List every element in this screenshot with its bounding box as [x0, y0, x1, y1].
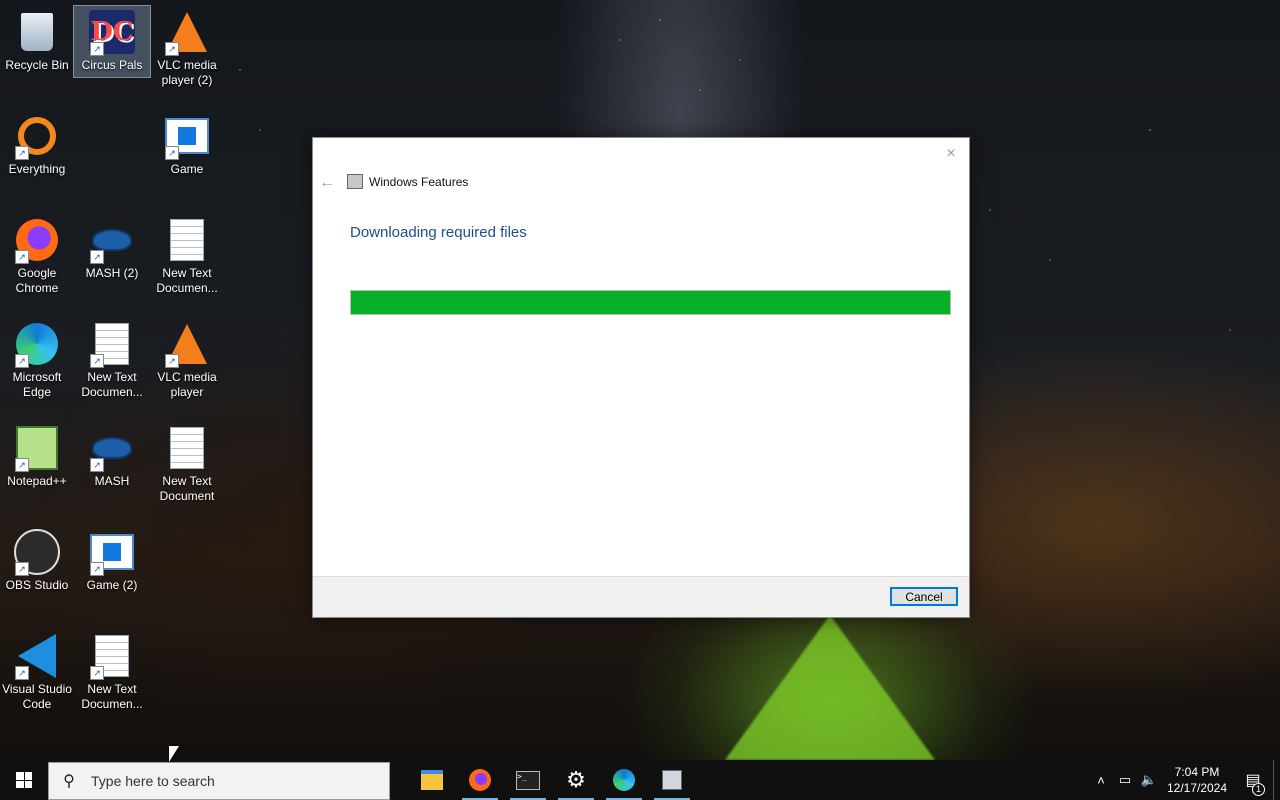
desktop-icon-label: Notepad++	[7, 474, 67, 488]
show-desktop-button[interactable]	[1273, 760, 1280, 800]
desktop-icon-game[interactable]: ↗ Game	[149, 110, 225, 181]
dialog-title-text: Windows Features	[369, 174, 469, 189]
desktop-icon-new-text-document-3[interactable]: New Text Document	[149, 422, 225, 508]
windows-features-icon	[347, 174, 363, 189]
desktop-icon-new-text-document-2[interactable]: ↗ New Text Documen...	[74, 318, 150, 404]
taskbar-search-box[interactable]: ⚲	[48, 762, 390, 800]
desktop-icon-new-text-document-1[interactable]: New Text Documen...	[149, 214, 225, 300]
desktop-icon-circus-pals[interactable]: DC ↗ Circus Pals	[73, 5, 151, 78]
progress-fill	[351, 291, 950, 314]
shortcut-arrow-icon: ↗	[165, 354, 179, 368]
shortcut-arrow-icon: ↗	[90, 354, 104, 368]
desktop-icon-everything[interactable]: ↗ Everything	[0, 110, 75, 181]
volume-icon[interactable]: 🔈	[1137, 772, 1161, 788]
shortcut-arrow-icon: ↗	[165, 146, 179, 160]
desktop-icon-microsoft-edge[interactable]: ↗ Microsoft Edge	[0, 318, 75, 404]
windows-features-icon	[662, 770, 682, 790]
taskbar-app-windows-features[interactable]	[648, 760, 696, 800]
action-center-button[interactable]: ▤ 1	[1233, 770, 1273, 796]
desktop-icon-label: MASH	[94, 474, 130, 488]
desktop-icon-label: VLC media player (2)	[157, 58, 217, 87]
shortcut-arrow-icon: ↗	[15, 458, 29, 472]
text-document-icon	[170, 219, 204, 261]
desktop-icon-vlc[interactable]: ↗ VLC media player	[149, 318, 225, 404]
desktop-icon-label: New Text Documen...	[81, 370, 143, 399]
desktop-icon-new-text-document-4[interactable]: ↗ New Text Documen...	[74, 630, 150, 716]
wallpaper-tent	[725, 615, 935, 760]
notification-count-badge: 1	[1252, 783, 1265, 796]
clock-time: 7:04 PM	[1174, 765, 1220, 779]
windows-logo-icon	[16, 772, 32, 788]
desktop-icon-label: Recycle Bin	[5, 58, 69, 72]
taskbar-app-terminal[interactable]: >_	[504, 760, 552, 800]
desktop-icon-label: MASH (2)	[85, 266, 139, 280]
shortcut-arrow-icon: ↗	[90, 250, 104, 264]
file-explorer-icon	[421, 770, 443, 790]
terminal-icon: >_	[516, 770, 540, 790]
shortcut-arrow-icon: ↗	[15, 562, 29, 576]
taskbar-app-settings[interactable]: ⚙	[552, 760, 600, 800]
shortcut-arrow-icon: ↗	[15, 146, 29, 160]
dialog-title: Windows Features	[347, 174, 468, 189]
start-button[interactable]	[0, 760, 48, 800]
firefox-icon	[469, 769, 491, 791]
taskbar-app-edge[interactable]	[600, 760, 648, 800]
desktop-icon-label: Circus Pals	[81, 58, 143, 72]
clock-date: 12/17/2024	[1166, 781, 1228, 795]
desktop-icon-label: Google Chrome	[15, 266, 59, 295]
desktop-icon-label: Microsoft Edge	[12, 370, 62, 399]
desktop-icon-visual-studio-code[interactable]: ↗ Visual Studio Code	[0, 630, 75, 716]
mash-icon	[92, 437, 132, 459]
recycle-bin-icon	[21, 13, 53, 51]
shortcut-arrow-icon: ↗	[15, 250, 29, 264]
desktop-icon-notepad-plus-plus[interactable]: ↗ Notepad++	[0, 422, 75, 493]
mash-icon	[92, 229, 132, 251]
desktop-icon-recycle-bin[interactable]: Recycle Bin	[0, 6, 75, 77]
desktop-icon-obs-studio[interactable]: ↗ OBS Studio	[0, 526, 75, 597]
desktop-icon-game-2[interactable]: ↗ Game (2)	[74, 526, 150, 597]
system-tray: ˄ ▭ 🔈 7:04 PM 12/17/2024 ▤ 1	[1089, 760, 1280, 800]
shortcut-arrow-icon: ↗	[90, 42, 104, 56]
desktop-icon-label: New Text Documen...	[156, 266, 218, 295]
shortcut-arrow-icon: ↗	[90, 666, 104, 680]
search-icon: ⚲	[63, 773, 75, 790]
desktop-icon-label: New Text Document	[159, 474, 215, 503]
shortcut-arrow-icon: ↗	[15, 354, 29, 368]
taskbar-app-firefox[interactable]	[456, 760, 504, 800]
desktop-icon-mash[interactable]: ↗ MASH	[74, 422, 150, 493]
close-icon[interactable]: ×	[941, 144, 961, 164]
shortcut-arrow-icon: ↗	[90, 562, 104, 576]
desktop-icon-label: VLC media player	[157, 370, 217, 399]
windows-features-dialog: × ← Windows Features Downloading require…	[312, 137, 970, 618]
clock[interactable]: 7:04 PM 12/17/2024	[1161, 764, 1233, 796]
shortcut-arrow-icon: ↗	[165, 42, 179, 56]
desktop-icon-vlc-2[interactable]: ↗ VLC media player (2)	[149, 6, 225, 92]
download-progress-bar	[350, 290, 951, 315]
desktop-icon-label: Everything	[8, 162, 66, 176]
desktop-icon-label: New Text Documen...	[81, 682, 143, 711]
desktop-icon-label: Visual Studio Code	[2, 682, 72, 711]
cancel-button[interactable]: Cancel	[890, 587, 958, 606]
search-input[interactable]	[89, 772, 373, 790]
text-document-icon	[170, 427, 204, 469]
desktop-icon-label: Game	[170, 162, 204, 176]
chevron-up-icon[interactable]: ˄	[1089, 773, 1113, 788]
dialog-footer: Cancel	[313, 576, 969, 617]
desktop-icon-label: OBS Studio	[5, 578, 69, 592]
desktop-icon-google-chrome[interactable]: ↗ Google Chrome	[0, 214, 75, 300]
edge-icon	[613, 769, 635, 791]
back-arrow-icon: ←	[319, 174, 335, 191]
desktop-icon-mash-2[interactable]: ↗ MASH (2)	[74, 214, 150, 285]
network-icon[interactable]: ▭	[1113, 772, 1137, 788]
taskbar: ⚲ >_ ⚙ ˄ ▭ 🔈 7:04 PM 12/17/2024 ▤ 1	[0, 760, 1280, 800]
shortcut-arrow-icon: ↗	[15, 666, 29, 680]
taskbar-app-file-explorer[interactable]	[408, 760, 456, 800]
shortcut-arrow-icon: ↗	[90, 458, 104, 472]
desktop-icon-label: Game (2)	[86, 578, 138, 592]
gear-icon: ⚙	[566, 767, 586, 792]
dialog-heading: Downloading required files	[350, 224, 527, 241]
mouse-cursor-icon	[169, 746, 179, 762]
